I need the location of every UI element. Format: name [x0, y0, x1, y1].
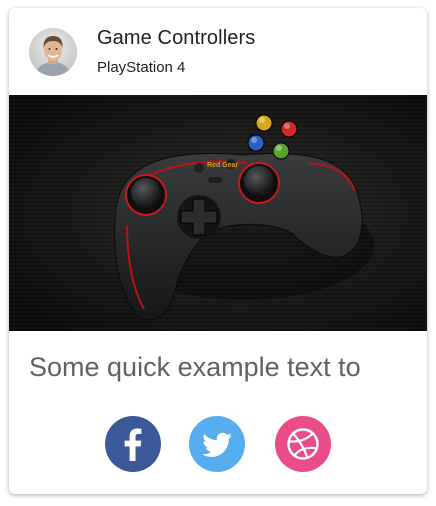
twitter-icon — [189, 416, 245, 472]
brand-logo-text: Red Gear — [207, 162, 238, 169]
facebook-button[interactable] — [105, 416, 161, 472]
game-controller-image: Red Gear — [9, 95, 427, 331]
avatar-image — [29, 28, 77, 76]
card: Game Controllers PlayStation 4 Red Gear … — [9, 8, 427, 494]
card-image: Red Gear — [9, 95, 427, 331]
card-title: Game Controllers — [97, 27, 256, 49]
card-header: Game Controllers PlayStation 4 — [9, 8, 427, 95]
facebook-icon — [105, 416, 161, 472]
social-buttons — [9, 416, 427, 474]
dribbble-icon — [275, 416, 331, 472]
card-subtitle: PlayStation 4 — [97, 59, 186, 76]
dribbble-button[interactable] — [275, 416, 331, 472]
twitter-button[interactable] — [189, 416, 245, 472]
card-text: Some quick example text to — [29, 352, 361, 382]
avatar[interactable] — [29, 28, 77, 76]
